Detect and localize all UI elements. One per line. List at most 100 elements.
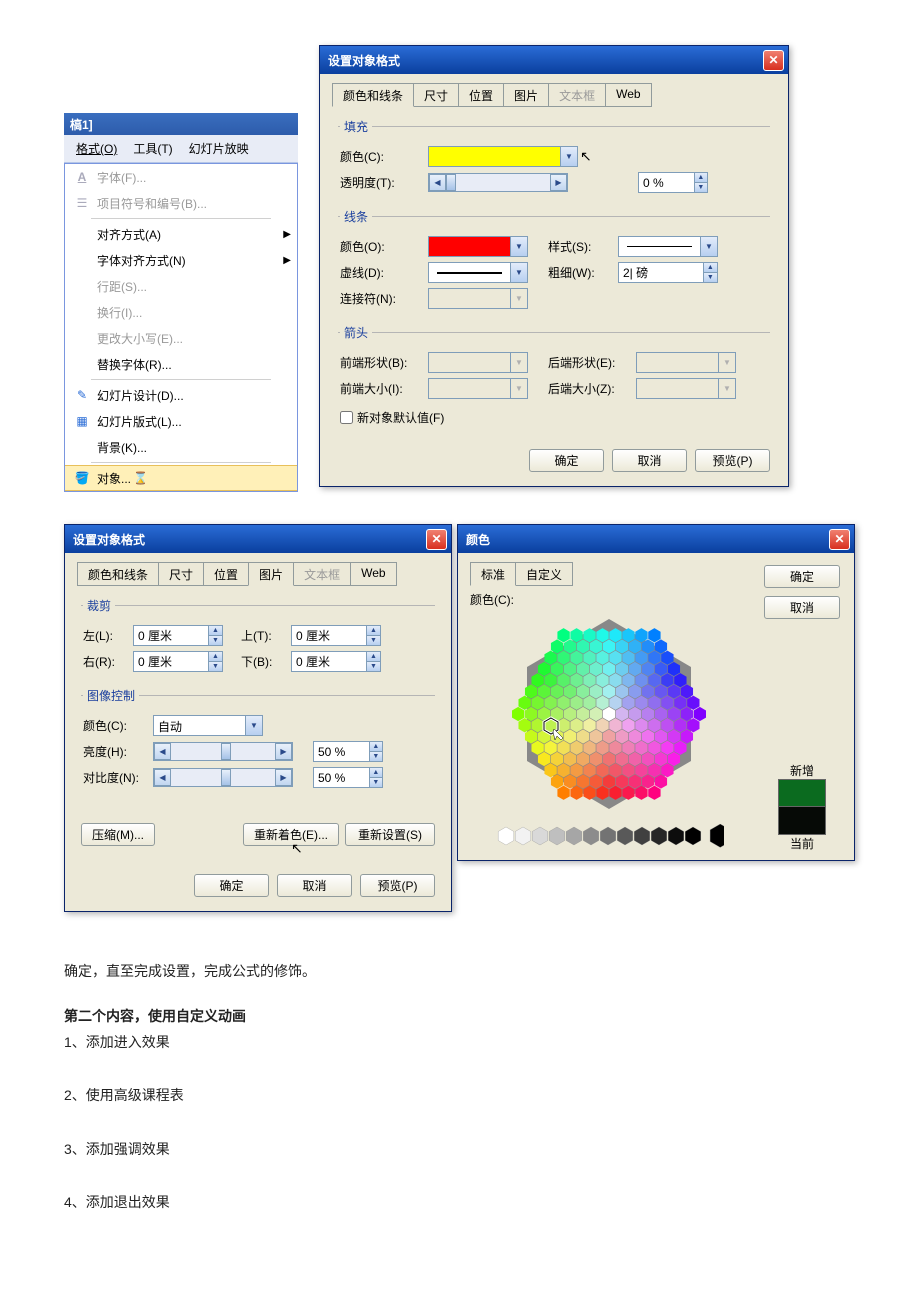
spinner-up-icon[interactable]: ▲ bbox=[369, 742, 382, 752]
spinner-up-icon[interactable]: ▲ bbox=[369, 768, 382, 778]
menu-item-slidedesign[interactable]: ✎幻灯片设计(D)... bbox=[65, 382, 297, 408]
tab-web[interactable]: Web bbox=[605, 83, 651, 107]
spinner-down-icon[interactable]: ▼ bbox=[369, 778, 382, 787]
line-style-dropdown[interactable]: ▼ bbox=[618, 236, 718, 257]
slider-left-icon[interactable]: ◀ bbox=[154, 769, 171, 786]
label-contrast: 对比度(N): bbox=[83, 769, 153, 786]
menu-item-font[interactable]: A字体(F)... bbox=[65, 164, 297, 190]
menu-item-linespacing[interactable]: 行距(S)... bbox=[65, 273, 297, 299]
menu-item-font-align[interactable]: 字体对齐方式(N)▶ bbox=[65, 247, 297, 273]
tab-picture[interactable]: 图片 bbox=[503, 83, 549, 107]
tab-position[interactable]: 位置 bbox=[203, 562, 249, 586]
new-default-checkbox[interactable] bbox=[340, 411, 353, 424]
slider-left-icon[interactable]: ◀ bbox=[154, 743, 171, 760]
slider-right-icon[interactable]: ▶ bbox=[550, 174, 567, 191]
close-button[interactable]: ✕ bbox=[829, 529, 850, 550]
imgctrl-legend: 图像控制 bbox=[83, 687, 139, 704]
spinner-up-icon[interactable]: ▲ bbox=[208, 626, 222, 636]
chevron-down-icon: ▼ bbox=[510, 263, 527, 282]
close-button[interactable]: ✕ bbox=[426, 529, 447, 550]
spinner-down-icon[interactable]: ▼ bbox=[208, 662, 222, 671]
brightness-spinner[interactable]: ▲▼ bbox=[313, 741, 383, 762]
label-fill-color: 颜色(C): bbox=[340, 148, 428, 165]
tab-colors-lines[interactable]: 颜色和线条 bbox=[332, 83, 414, 107]
dash-dropdown[interactable]: ▼ bbox=[428, 262, 528, 283]
menu-slideshow[interactable]: 幻灯片放映 bbox=[181, 136, 257, 161]
brightness-slider[interactable]: ◀▶ bbox=[153, 742, 293, 761]
crop-bottom-input[interactable] bbox=[292, 652, 366, 671]
label-line-style: 样式(S): bbox=[548, 238, 618, 255]
begin-size-dropdown: ▼ bbox=[428, 378, 528, 399]
contrast-slider[interactable]: ◀▶ bbox=[153, 768, 293, 787]
tab-custom[interactable]: 自定义 bbox=[515, 562, 573, 586]
tab-size[interactable]: 尺寸 bbox=[413, 83, 459, 107]
spinner-up-icon[interactable]: ▲ bbox=[703, 263, 717, 273]
tab-position[interactable]: 位置 bbox=[458, 83, 504, 107]
ok-button[interactable]: 确定 bbox=[194, 874, 269, 897]
crop-right-spinner[interactable]: ▲▼ bbox=[133, 651, 223, 672]
slider-left-icon[interactable]: ◀ bbox=[429, 174, 446, 191]
menu-format[interactable]: 格式(O) bbox=[68, 136, 125, 161]
tab-colors-lines[interactable]: 颜色和线条 bbox=[77, 562, 159, 586]
spinner-down-icon[interactable]: ▼ bbox=[703, 273, 717, 282]
preview-button[interactable]: 预览(P) bbox=[360, 874, 435, 897]
ok-button[interactable]: 确定 bbox=[764, 565, 840, 588]
tab-size[interactable]: 尺寸 bbox=[158, 562, 204, 586]
menu-item-align[interactable]: 对齐方式(A)▶ bbox=[65, 221, 297, 247]
preview-button[interactable]: 预览(P) bbox=[695, 449, 770, 472]
fill-color-dropdown[interactable]: ▼ bbox=[428, 146, 578, 167]
transparency-slider[interactable]: ◀ ▶ bbox=[428, 173, 568, 192]
paint-bucket-icon: 🪣 bbox=[71, 467, 93, 489]
weight-input[interactable] bbox=[619, 263, 703, 282]
ok-button[interactable]: 确定 bbox=[529, 449, 604, 472]
crop-right-input[interactable] bbox=[134, 652, 208, 671]
tab-standard[interactable]: 标准 bbox=[470, 562, 516, 586]
close-button[interactable]: ✕ bbox=[763, 50, 784, 71]
crop-top-input[interactable] bbox=[292, 626, 366, 645]
menu-item-replacefont[interactable]: 替换字体(R)... bbox=[65, 351, 297, 377]
cancel-button[interactable]: 取消 bbox=[612, 449, 687, 472]
imgcolor-dropdown[interactable]: 自动 ▼ bbox=[153, 715, 263, 736]
letter-a-icon: A bbox=[71, 166, 93, 188]
menu-item-object[interactable]: 🪣对象...⌛ bbox=[65, 465, 297, 491]
crop-left-input[interactable] bbox=[134, 626, 208, 645]
menu-item-changecase[interactable]: 更改大小写(E)... bbox=[65, 325, 297, 351]
tab-picture[interactable]: 图片 bbox=[248, 562, 294, 586]
recolor-button[interactable]: 重新着色(E)...↖ bbox=[243, 823, 339, 846]
transparency-input[interactable] bbox=[639, 173, 694, 192]
spinner-down-icon[interactable]: ▼ bbox=[369, 752, 382, 761]
crop-top-spinner[interactable]: ▲▼ bbox=[291, 625, 381, 646]
crop-left-spinner[interactable]: ▲▼ bbox=[133, 625, 223, 646]
tab-web[interactable]: Web bbox=[350, 562, 396, 586]
menu-item-wrap[interactable]: 换行(I)... bbox=[65, 299, 297, 325]
menu-item-bullets[interactable]: ☰项目符号和编号(B)... bbox=[65, 190, 297, 216]
spinner-up-icon[interactable]: ▲ bbox=[366, 652, 380, 662]
line-color-dropdown[interactable]: ▼ bbox=[428, 236, 528, 257]
color-hexagon[interactable] bbox=[509, 614, 709, 814]
transparency-spinner[interactable]: ▲▼ bbox=[638, 172, 708, 193]
reset-button[interactable]: 重新设置(S) bbox=[345, 823, 435, 846]
menu-tools[interactable]: 工具(T) bbox=[125, 136, 180, 161]
compress-button[interactable]: 压缩(M)... bbox=[81, 823, 155, 846]
brightness-input[interactable] bbox=[314, 742, 369, 761]
crop-bottom-spinner[interactable]: ▲▼ bbox=[291, 651, 381, 672]
contrast-input[interactable] bbox=[314, 768, 369, 787]
menu-item-slidelayout[interactable]: ▦幻灯片版式(L)... bbox=[65, 408, 297, 434]
spinner-up-icon[interactable]: ▲ bbox=[208, 652, 222, 662]
spinner-up-icon[interactable]: ▲ bbox=[694, 173, 707, 183]
cancel-button[interactable]: 取消 bbox=[277, 874, 352, 897]
spinner-down-icon[interactable]: ▼ bbox=[366, 662, 380, 671]
spinner-down-icon[interactable]: ▼ bbox=[694, 183, 707, 192]
title-text: 槁1] bbox=[70, 118, 93, 132]
slider-right-icon[interactable]: ▶ bbox=[275, 743, 292, 760]
weight-spinner[interactable]: ▲▼ bbox=[618, 262, 718, 283]
spinner-down-icon[interactable]: ▼ bbox=[208, 636, 222, 645]
cancel-button[interactable]: 取消 bbox=[764, 596, 840, 619]
spinner-down-icon[interactable]: ▼ bbox=[366, 636, 380, 645]
menu-item-background[interactable]: 背景(K)... bbox=[65, 434, 297, 460]
dash-preview-icon bbox=[437, 272, 502, 274]
spinner-up-icon[interactable]: ▲ bbox=[366, 626, 380, 636]
grayscale-row[interactable] bbox=[470, 824, 748, 848]
contrast-spinner[interactable]: ▲▼ bbox=[313, 767, 383, 788]
slider-right-icon[interactable]: ▶ bbox=[275, 769, 292, 786]
